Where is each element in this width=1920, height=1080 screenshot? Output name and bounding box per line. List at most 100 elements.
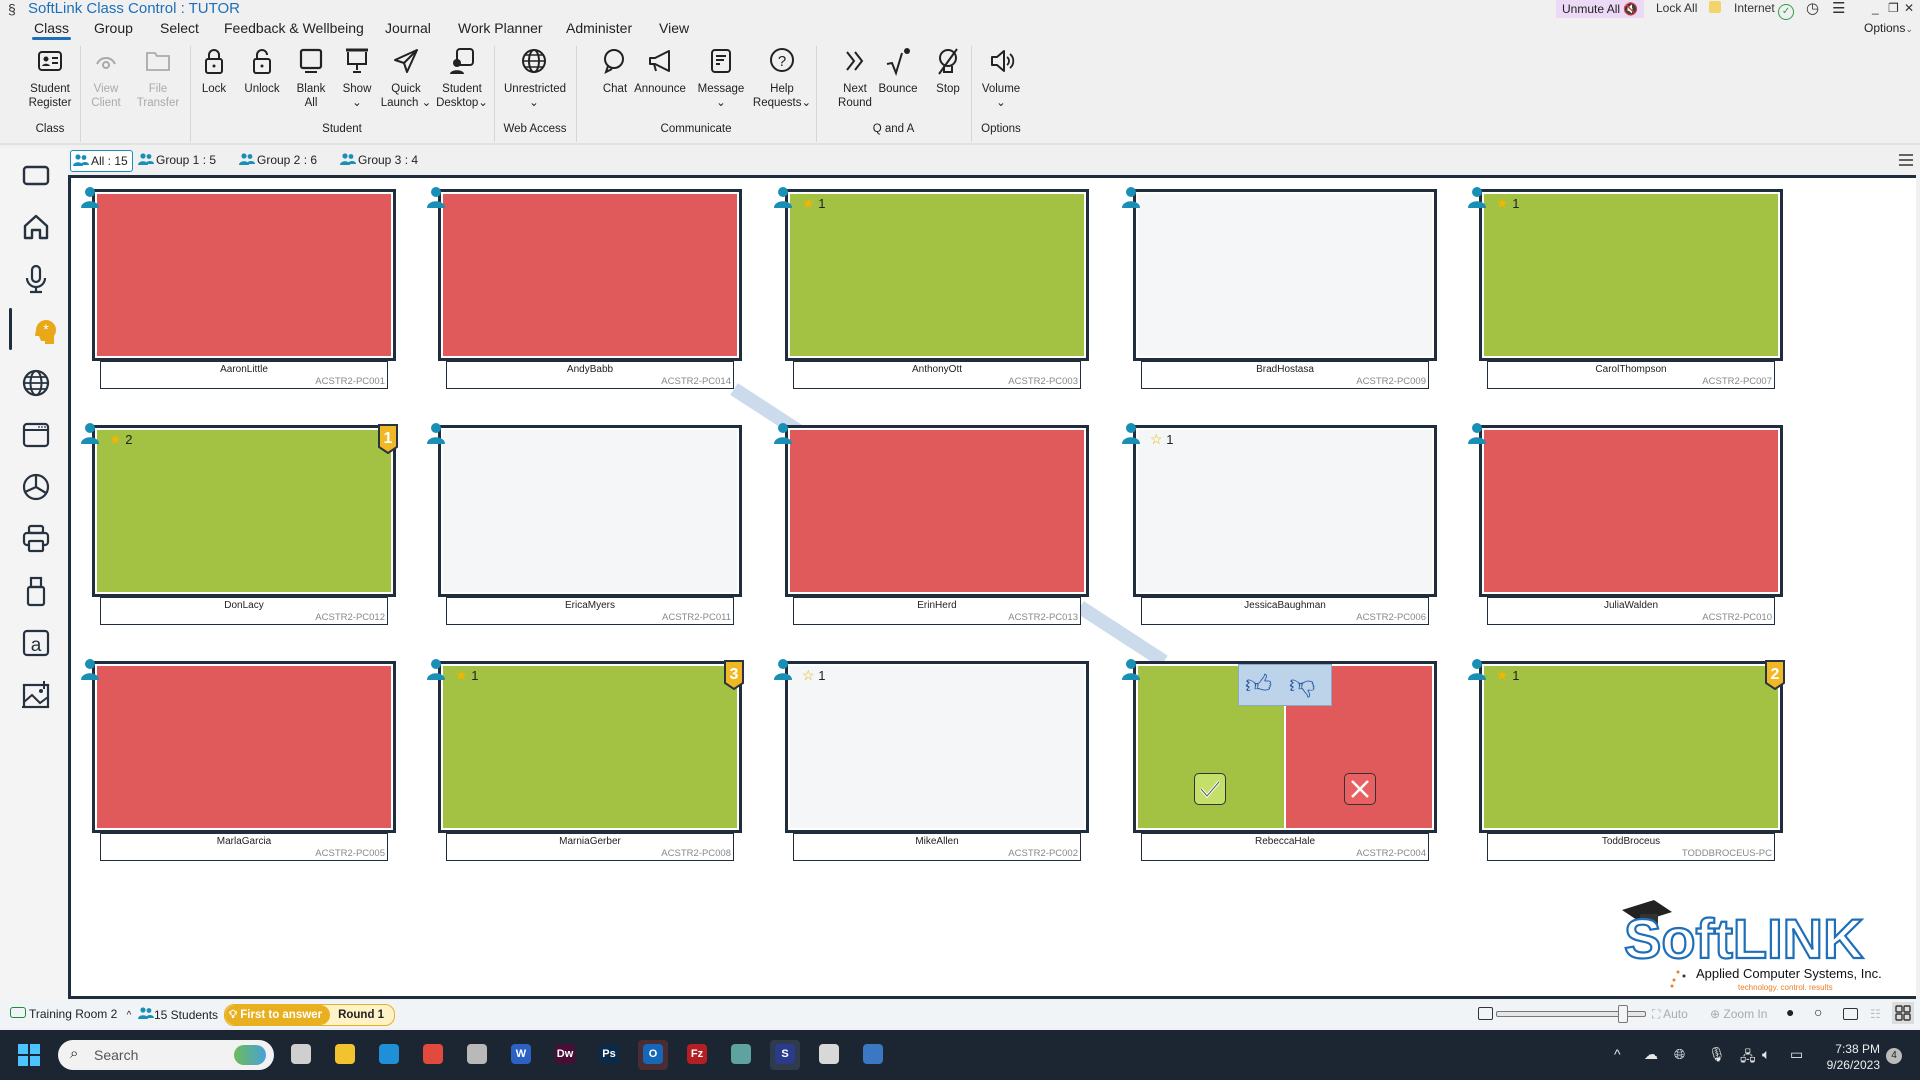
menu-tab-view[interactable]: View [659,20,689,36]
outlook-icon[interactable]: O [638,1040,668,1070]
browser-window-icon[interactable] [19,418,53,452]
unmute-all-button[interactable]: Unmute All 🔇 [1556,0,1645,18]
windows-start-icon[interactable] [18,1044,40,1066]
student-thumbnail[interactable]: ☆ 1 [774,659,1089,833]
onedrive-icon[interactable]: ☁ [1644,1046,1658,1063]
student-thumbnail[interactable]: ★ 1 2 [1468,659,1785,833]
close-button[interactable]: ✕ [1904,1,1914,15]
menu-tab-group[interactable]: Group [94,20,133,36]
options-dropdown[interactable]: Options⌄ [1864,21,1913,35]
group-tab-group-3[interactable]: Group 3 : 4 [338,150,422,170]
student-thumbnail[interactable] [81,659,396,833]
screen-icon[interactable] [19,158,53,192]
font-a-icon[interactable]: a [19,626,53,660]
student-register-button[interactable]: Student Register [20,46,80,110]
stop-button[interactable]: Stop [918,46,978,96]
internet-status[interactable]: Internet ✓ [1734,1,1795,20]
user-filled-icon[interactable]: ● [1786,1004,1794,1020]
image-icon[interactable] [19,678,53,712]
network-icon[interactable]: 🖧 [1740,1046,1756,1070]
menu-tab-journal[interactable]: Journal [385,20,431,36]
app-icon[interactable] [462,1040,492,1070]
judge-thumbs-popup[interactable]: 👍︎ 👎︎ [1238,664,1332,706]
group-tab-all[interactable]: All : 15 [70,150,133,172]
microphone-icon[interactable] [19,262,53,296]
student-thumbnail[interactable]: ★ 1 [1468,187,1783,361]
maximize-button[interactable]: ❐ [1888,1,1899,15]
auto-fit-button[interactable]: ⛶ Auto [1652,1007,1688,1022]
student-thumbnail[interactable]: ★ 1 3 [427,659,744,833]
menu-tab-select[interactable]: Select [160,20,199,36]
student-button[interactable]: Student Desktop⌄ [432,46,492,110]
word-icon[interactable]: W [506,1040,536,1070]
qa-mode-badge[interactable]: 💡︎ First to answer Round 1 [224,1004,396,1026]
room-selector[interactable]: Training Room 2 ^ [10,1007,131,1021]
globe-icon[interactable] [19,366,53,400]
quick-button[interactable]: Quick Launch ⌄ [376,46,436,110]
brain-idea-icon[interactable]: * [28,314,62,348]
taskbar-search[interactable]: ⌕ Search [58,1040,274,1070]
student-thumbnail[interactable]: ★ 2 1 [81,423,398,597]
hamburger-menu-icon[interactable]: ☰ [1832,0,1845,17]
printer-icon[interactable] [19,522,53,556]
battery-icon[interactable]: ▭ [1790,1046,1803,1063]
monitor-view-icon[interactable] [1843,1008,1858,1020]
chrome-icon[interactable] [418,1040,448,1070]
student-thumbnail[interactable] [1122,187,1437,361]
small-thumbnail-icon[interactable] [1478,1007,1493,1020]
unrestricted-button[interactable]: Unrestricted ⌄ [504,46,566,110]
notification-badge[interactable]: 4 [1886,1048,1902,1064]
message-button[interactable]: Message ⌄ [691,46,751,110]
photoshop-icon[interactable]: Ps [594,1040,624,1070]
show-hidden-icons[interactable]: ^ [1614,1046,1621,1062]
calculator-icon[interactable] [858,1040,888,1070]
box-icon[interactable] [814,1040,844,1070]
grid-view-button[interactable] [1892,1002,1914,1024]
edge-icon[interactable] [374,1040,404,1070]
view-client-button[interactable]: View Client [76,46,136,110]
user-outline-icon[interactable]: ○ [1814,1004,1822,1020]
announce-button[interactable]: Announce [630,46,690,96]
dreamweaver-icon[interactable]: Dw [550,1040,580,1070]
home-icon[interactable] [19,210,53,244]
thumbs-down-icon[interactable]: 👎︎ [1289,669,1315,700]
group-tab-group-2[interactable]: Group 2 : 6 [237,150,321,170]
softlink-icon[interactable]: S [770,1040,800,1070]
network-app-icon[interactable] [726,1040,756,1070]
volume-icon[interactable]: 🔈︎ [1762,1046,1770,1063]
student-thumbnail[interactable]: 👍︎ 👎︎ [1122,659,1437,833]
menu-tab-class[interactable]: Class [31,20,72,40]
lock-all-button[interactable]: Lock All [1656,1,1721,15]
clock[interactable]: 7:38 PM 9/26/2023 [1820,1041,1880,1073]
group-tab-group-1[interactable]: Group 1 : 5 [136,150,220,170]
help-button[interactable]: ? Help Requests⌄ [752,46,812,110]
student-thumbnail[interactable]: ★ 1 [774,187,1089,361]
network-globe-icon[interactable]: 🌐︎ [1674,1046,1685,1063]
student-thumbnail[interactable] [427,423,742,597]
minimize-button[interactable]: _ [1872,1,1879,15]
file-transfer-button[interactable]: File Transfer [128,46,188,110]
slider-thumb[interactable] [1617,1005,1628,1023]
zoom-in-button[interactable]: ⊕ Zoom In [1710,1007,1767,1021]
thumbs-up-icon[interactable]: 👍︎ [1245,669,1272,700]
task-view-icon[interactable] [286,1040,316,1070]
microphone-icon[interactable]: 🎙︎ [1708,1046,1726,1063]
student-thumbnail[interactable] [81,187,396,361]
filezilla-icon[interactable]: Fz [682,1040,712,1070]
menu-tab-feedback-wellbeing[interactable]: Feedback & Wellbeing [224,20,364,36]
menu-tab-administer[interactable]: Administer [566,20,632,36]
clock-icon[interactable]: ◷ [1806,0,1819,17]
student-count[interactable]: 15 Students [138,1007,218,1022]
volume-button[interactable]: Volume ⌄ [971,46,1031,110]
list-view-icon[interactable]: ☷ [1870,1007,1881,1021]
student-thumbnail[interactable] [1468,423,1783,597]
usb-drive-icon[interactable] [19,574,53,608]
mark-incorrect-icon[interactable] [1344,773,1376,805]
student-thumbnail[interactable] [427,187,742,361]
file-explorer-icon[interactable] [330,1040,360,1070]
view-menu-icon[interactable] [1898,153,1914,167]
student-thumbnail[interactable]: ☆ 1 [1122,423,1437,597]
pie-chart-icon[interactable] [19,470,53,504]
mark-correct-icon[interactable] [1194,773,1226,805]
student-thumbnail[interactable] [774,423,1089,597]
